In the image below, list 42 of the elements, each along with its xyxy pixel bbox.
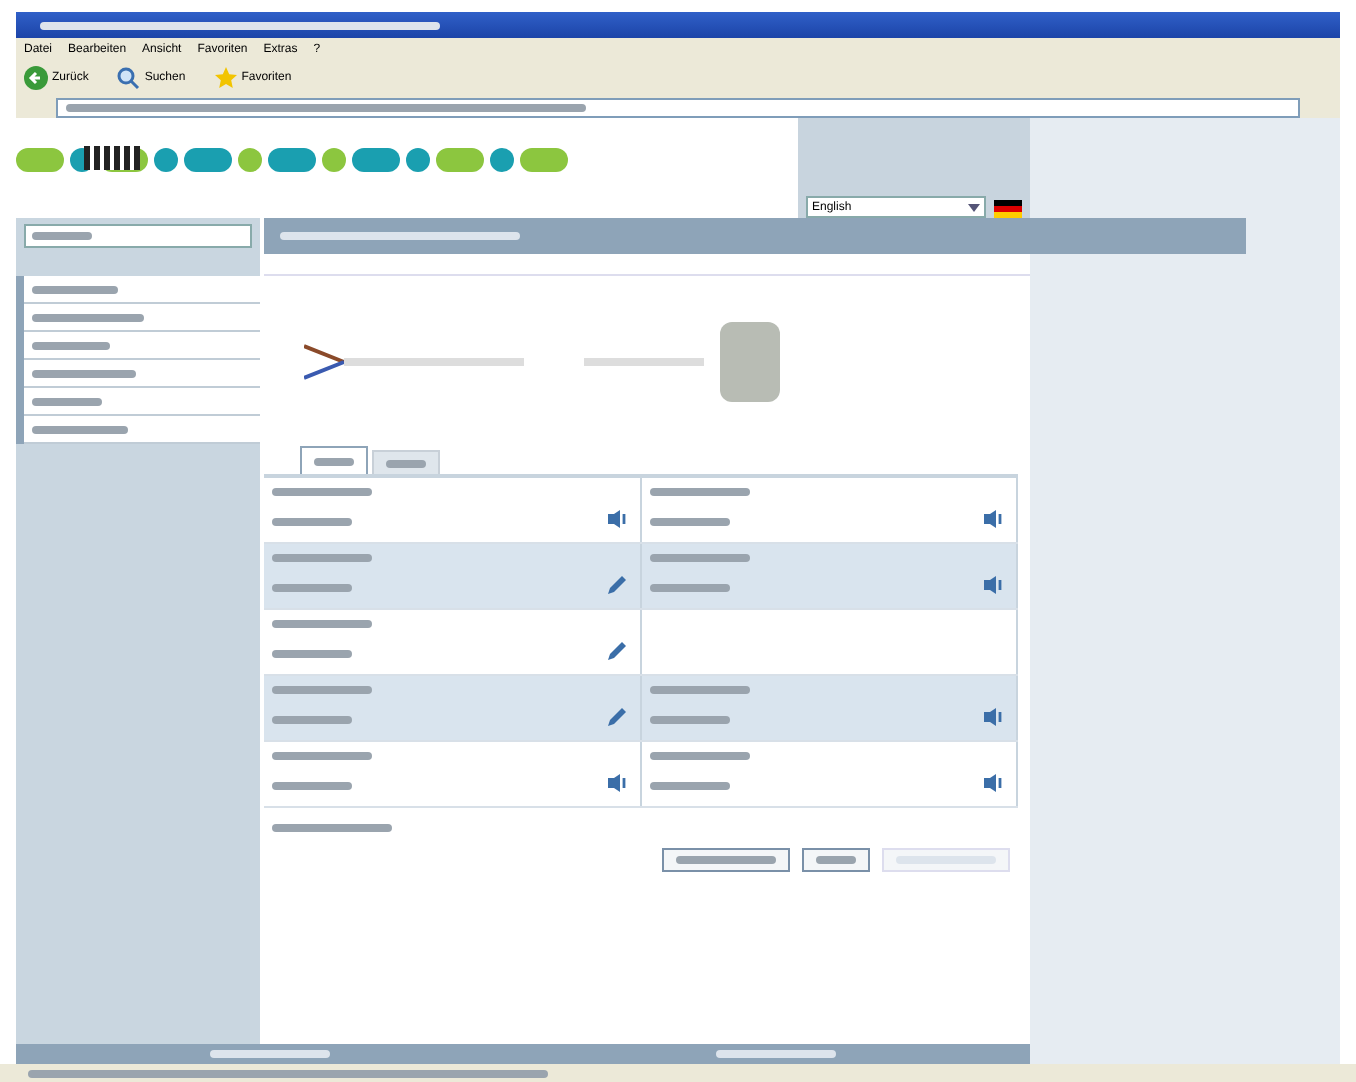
action-button[interactable] <box>802 848 870 872</box>
pencil-icon[interactable] <box>605 706 627 728</box>
illegible-text <box>272 751 372 760</box>
back-arrow-icon <box>24 66 48 90</box>
illegible-text <box>649 685 749 694</box>
tab[interactable] <box>372 450 440 474</box>
info-icon[interactable] <box>982 508 1004 530</box>
illegible-text <box>272 782 352 791</box>
illegible-text <box>649 751 749 760</box>
illegible-text <box>272 487 372 496</box>
info-icon[interactable] <box>982 772 1004 794</box>
search-field[interactable] <box>24 224 252 248</box>
tab[interactable] <box>300 446 368 474</box>
star-icon <box>213 66 238 90</box>
logo-icon <box>84 146 140 170</box>
info-icon[interactable] <box>982 574 1004 596</box>
illegible-text <box>649 584 729 593</box>
dropdown-arrow-icon <box>968 203 980 211</box>
illegible-text <box>649 518 729 527</box>
illegible-text <box>32 232 92 240</box>
pencil-icon[interactable] <box>605 574 627 596</box>
illegible-text <box>649 487 749 496</box>
search-icon <box>116 66 141 90</box>
action-button[interactable] <box>662 848 790 872</box>
info-icon[interactable] <box>605 772 627 794</box>
flag-icon <box>994 200 1022 218</box>
pencil-icon[interactable] <box>605 640 627 662</box>
connector-photo-placeholder <box>720 321 780 401</box>
illegible-text <box>272 685 372 694</box>
illegible-text <box>272 716 352 725</box>
address-field[interactable] <box>56 97 1300 117</box>
illegible-text <box>272 619 372 628</box>
illegible-text <box>649 553 749 562</box>
illegible-text <box>272 650 352 659</box>
info-icon[interactable] <box>605 508 627 530</box>
illegible-text <box>272 584 352 593</box>
info-icon[interactable] <box>982 706 1004 728</box>
illegible-text <box>272 553 372 562</box>
illegible-text <box>272 824 392 832</box>
illegible-text <box>272 518 352 527</box>
illegible-text <box>649 716 729 725</box>
illegible-text <box>649 782 729 791</box>
